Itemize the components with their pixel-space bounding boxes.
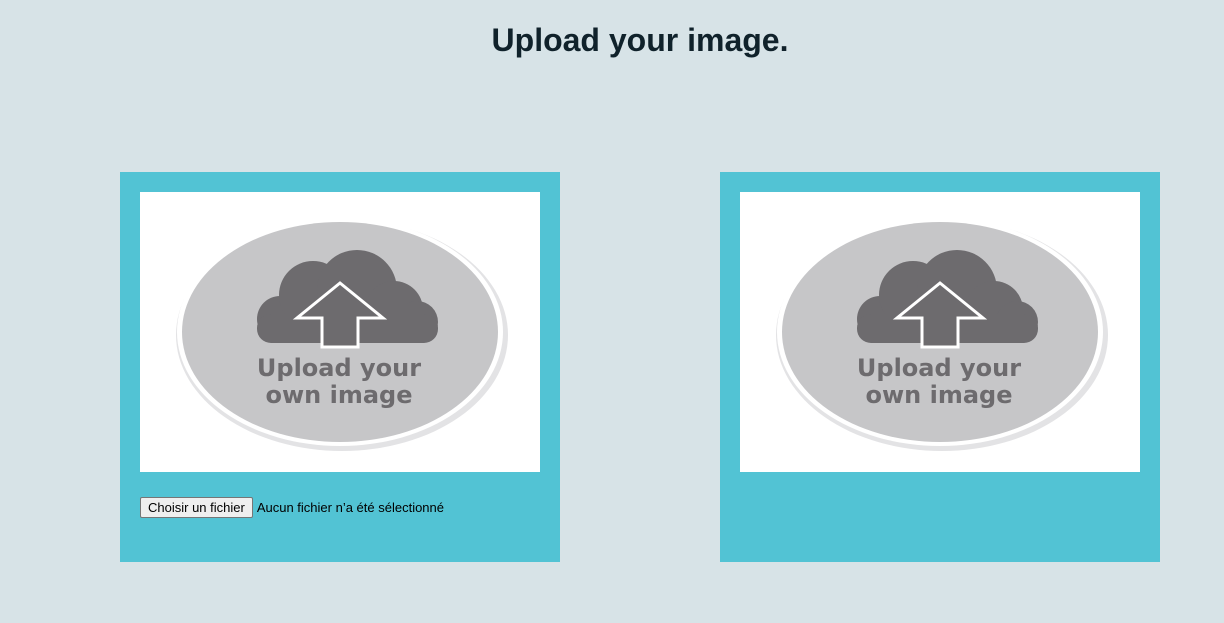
image-preview-right: Upload your own image — [740, 192, 1140, 472]
upload-placeholder-image: Upload your own image — [176, 218, 508, 451]
placeholder-text-line1: Upload your — [857, 354, 1021, 382]
placeholder-text-line2: own image — [866, 381, 1013, 409]
upload-placeholder-image: Upload your own image — [776, 218, 1108, 451]
file-input[interactable]: Choisir un fichier Aucun fichier n’a été… — [140, 497, 444, 518]
upload-panel-left: Upload your own image Choisir un fichier… — [120, 172, 560, 562]
file-status-text: Aucun fichier n’a été sélectionné — [256, 500, 445, 515]
image-preview-left: Upload your own image — [140, 192, 540, 472]
choose-file-button[interactable]: Choisir un fichier — [140, 497, 253, 518]
page-title: Upload your image. — [491, 22, 789, 58]
placeholder-text-line1: Upload your — [257, 354, 421, 382]
placeholder-text-line2: own image — [266, 381, 413, 409]
upload-panel-right: Upload your own image — [720, 172, 1160, 562]
